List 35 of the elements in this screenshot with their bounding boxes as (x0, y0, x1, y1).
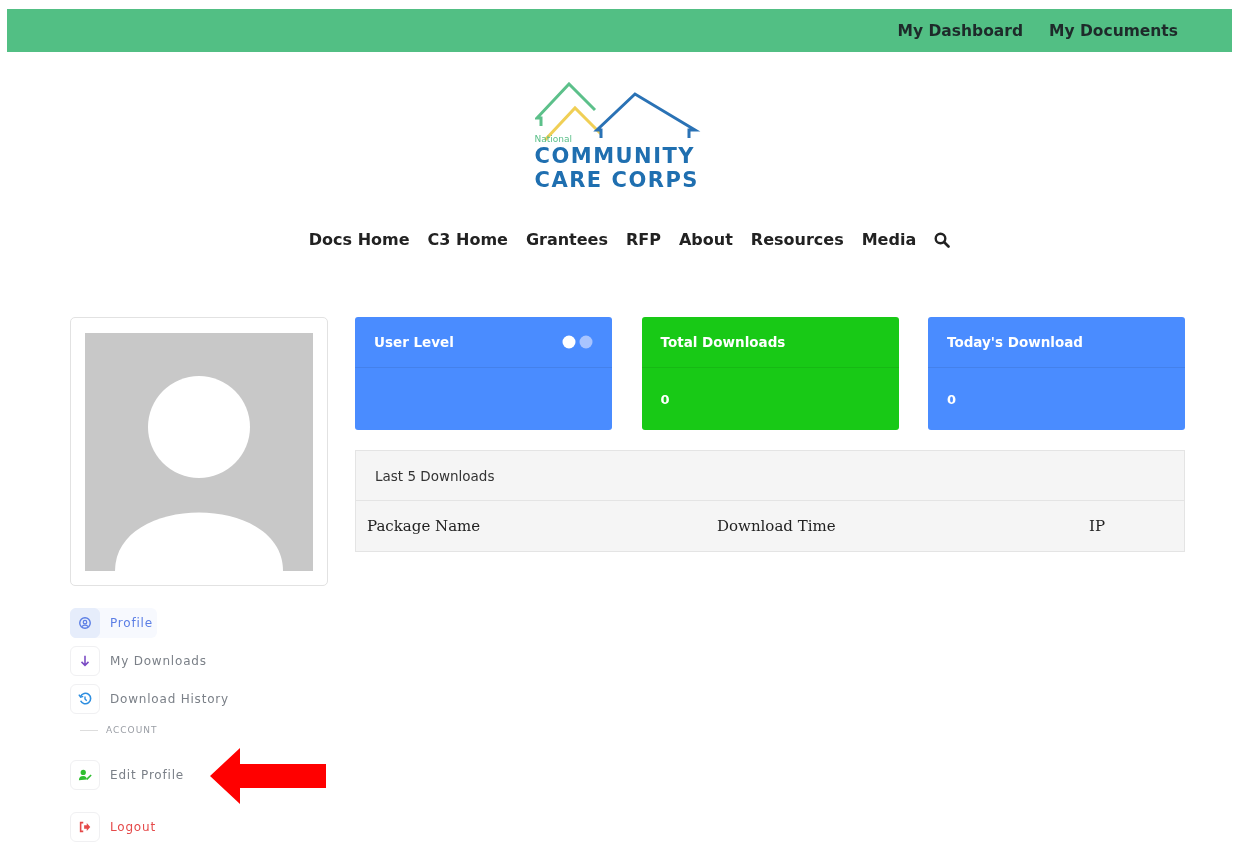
nav-link[interactable]: C3 Home (427, 230, 508, 249)
logo-text: CARE CORPS (534, 168, 699, 192)
card-title: Today's Download (947, 334, 1083, 350)
nav-link[interactable]: RFP (626, 230, 661, 249)
column-header: Package Name (367, 517, 482, 535)
avatar-icon (85, 333, 313, 571)
card-value: 0 (660, 391, 670, 407)
table-title: Last 5 Downloads (375, 467, 495, 484)
top-link[interactable]: My Dashboard (891, 21, 1029, 40)
user-icon (78, 616, 92, 630)
down-arrow-icon (78, 654, 92, 668)
sidebar-item[interactable]: Profile (70, 608, 157, 638)
card-title: Total Downloads (660, 334, 786, 350)
sidebar-item[interactable]: Edit Profile (70, 760, 188, 790)
sidebar-item[interactable]: My Downloads (70, 646, 211, 676)
nav-link[interactable]: Resources (750, 230, 844, 249)
top-link[interactable]: My Documents (1043, 21, 1184, 40)
sidebar-item[interactable]: Download History (70, 684, 233, 714)
logo-text: COMMUNITY (534, 144, 696, 168)
nav-link[interactable]: Grantees (525, 230, 608, 249)
nav-link[interactable]: Docs Home (308, 230, 410, 249)
nav-link[interactable]: Media (861, 230, 917, 249)
section-heading: ACCOUNT (106, 725, 158, 735)
user-edit-icon (78, 768, 92, 782)
toggle-dots-icon[interactable] (562, 335, 594, 349)
column-header: Download Time (717, 517, 837, 535)
history-icon (78, 692, 92, 706)
nav-link[interactable]: About (679, 230, 733, 249)
card-title: User Level (374, 334, 454, 350)
column-header: IP (1089, 517, 1107, 535)
logout-icon (78, 820, 92, 834)
search-icon[interactable] (934, 231, 951, 248)
card-value: 0 (947, 391, 957, 407)
sidebar-item[interactable]: Logout (70, 812, 160, 842)
logo-text: National (534, 134, 572, 144)
